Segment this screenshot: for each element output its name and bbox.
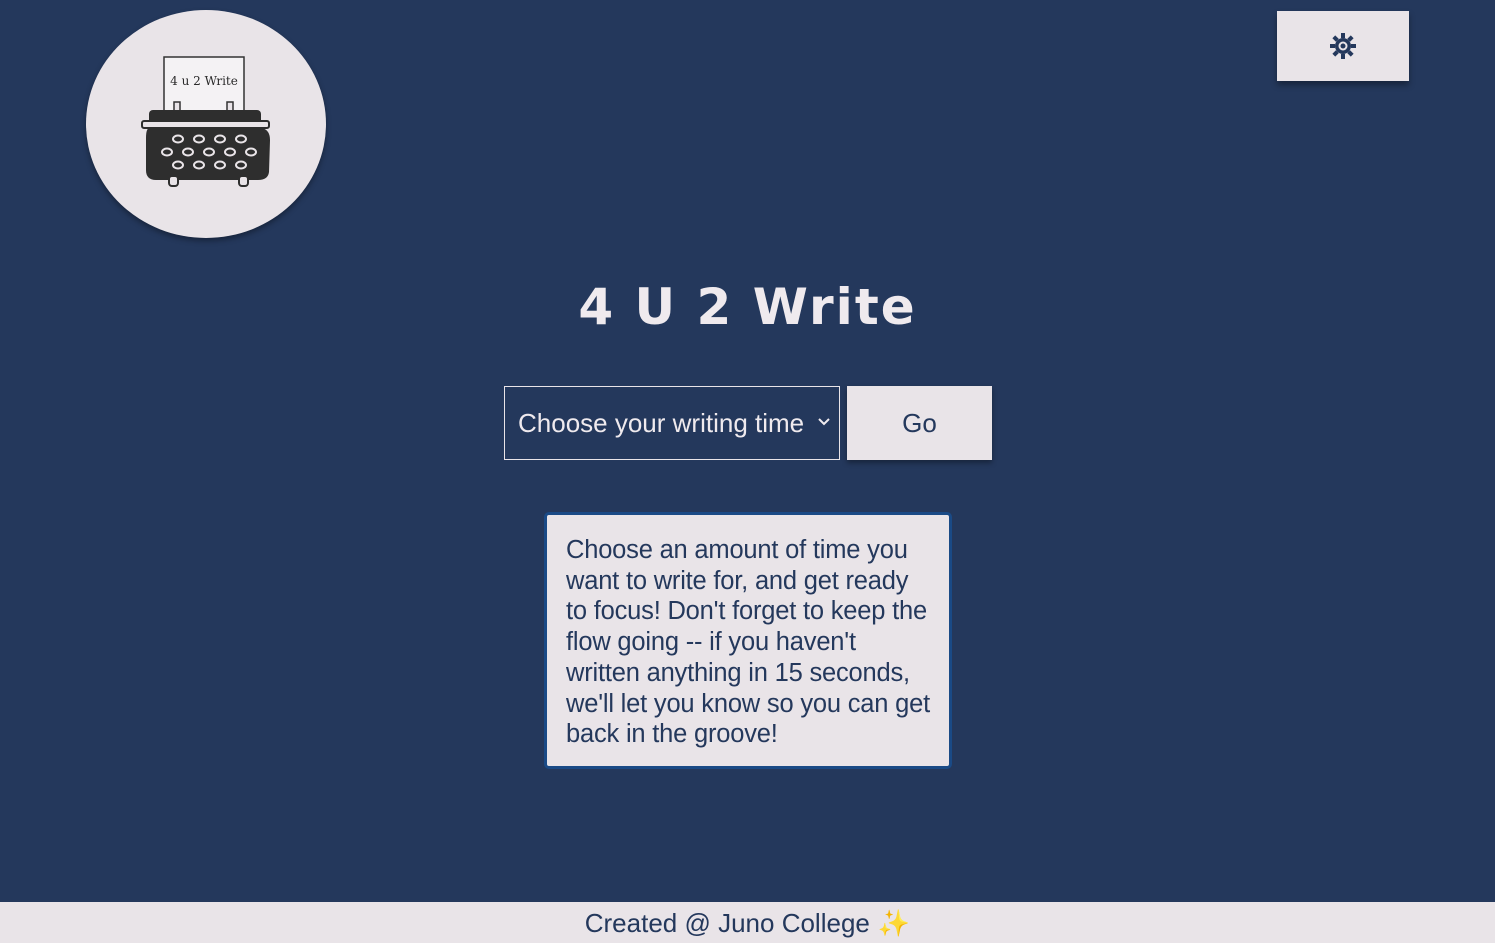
sparkles-icon: ✨: [877, 908, 911, 938]
theme-toggle-button[interactable]: [1277, 11, 1409, 81]
page-title: 4 U 2 Write: [578, 278, 917, 336]
instructions-text: Choose an amount of time you want to wri…: [566, 536, 930, 749]
instructions-card: Choose an amount of time you want to wri…: [544, 512, 952, 769]
chevron-down-icon: [818, 418, 830, 426]
go-button[interactable]: Go: [847, 386, 992, 460]
writing-time-select-value: Choose your writing time: [518, 407, 805, 438]
logo: 4 u 2 Write: [86, 10, 326, 238]
sun-icon: [1330, 33, 1356, 59]
typewriter-icon: 4 u 2 Write: [141, 56, 270, 187]
footer: Created @ Juno College ✨: [0, 902, 1495, 943]
logo-text: 4 u 2 Write: [170, 74, 238, 88]
writing-time-select[interactable]: Choose your writing time: [504, 386, 840, 460]
footer-credit: Created @ Juno College: [584, 908, 870, 938]
